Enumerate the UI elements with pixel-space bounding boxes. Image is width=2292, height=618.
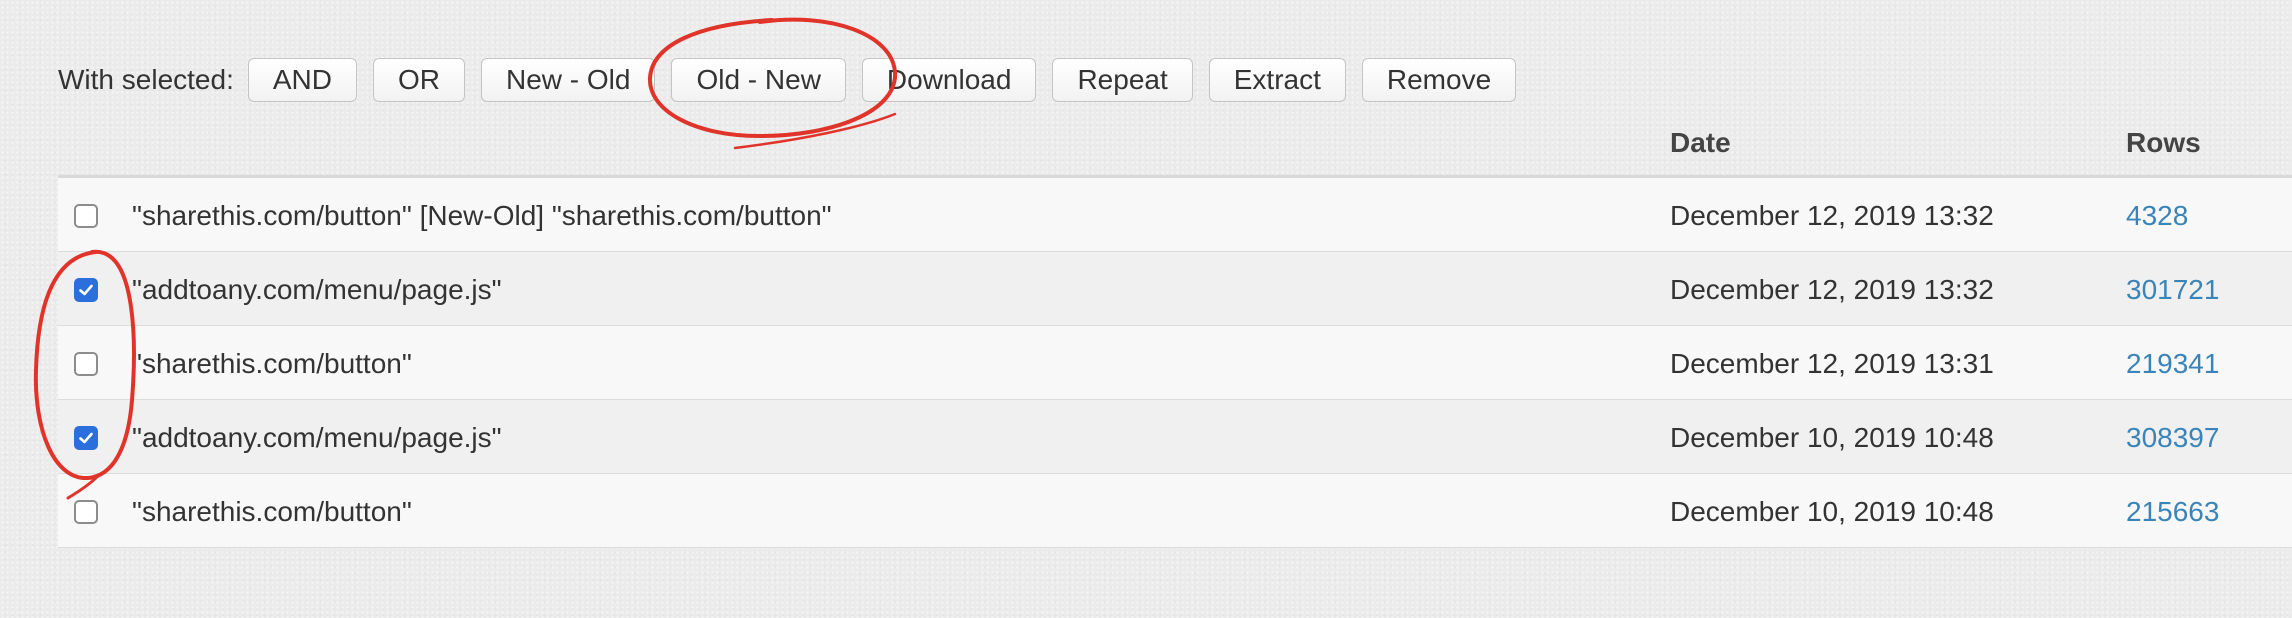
date-column-header: Date	[1670, 127, 1731, 158]
table-row: "addtoany.com/menu/page.js" December 12,…	[58, 252, 2292, 326]
or-button[interactable]: OR	[372, 58, 465, 102]
query-results-table: Date Rows "sharethis.com/button" [New-Ol…	[58, 118, 2292, 548]
rows-count-link[interactable]: 308397	[2126, 422, 2219, 454]
checkmark-icon	[79, 284, 93, 296]
rows-count-link[interactable]: 301721	[2126, 274, 2219, 306]
remove-button[interactable]: Remove	[1361, 58, 1517, 102]
bulk-action-toolbar: With selected: AND OR New - Old Old - Ne…	[58, 58, 1532, 102]
date-cell: December 10, 2019 10:48	[1670, 496, 1994, 527]
with-selected-label: With selected:	[58, 64, 234, 95]
query-text: "addtoany.com/menu/page.js"	[132, 274, 502, 305]
table-row: "addtoany.com/menu/page.js" December 10,…	[58, 400, 2292, 474]
rows-count-link[interactable]: 4328	[2126, 200, 2188, 232]
date-cell: December 12, 2019 13:32	[1670, 200, 1994, 231]
table-header: Date Rows	[58, 118, 2292, 178]
row-select-checkbox[interactable]	[74, 426, 98, 450]
query-text: "sharethis.com/button" [New-Old] "sharet…	[132, 200, 832, 231]
extract-button[interactable]: Extract	[1208, 58, 1346, 102]
repeat-button[interactable]: Repeat	[1052, 58, 1193, 102]
row-select-checkbox[interactable]	[74, 500, 98, 524]
query-text: "sharethis.com/button"	[132, 496, 412, 527]
row-select-checkbox[interactable]	[74, 278, 98, 302]
download-button[interactable]: Download	[861, 58, 1037, 102]
new-minus-old-button[interactable]: New - Old	[480, 58, 656, 102]
query-text: "addtoany.com/menu/page.js"	[132, 422, 502, 453]
date-cell: December 12, 2019 13:31	[1670, 348, 1994, 379]
row-select-checkbox[interactable]	[74, 204, 98, 228]
table-row: "sharethis.com/button" December 10, 2019…	[58, 474, 2292, 548]
old-minus-new-button[interactable]: Old - New	[671, 58, 846, 102]
date-cell: December 12, 2019 13:32	[1670, 274, 1994, 305]
date-cell: December 10, 2019 10:48	[1670, 422, 1994, 453]
query-text: "sharethis.com/button"	[132, 348, 412, 379]
and-button[interactable]: AND	[247, 58, 357, 102]
row-select-checkbox[interactable]	[74, 352, 98, 376]
rows-column-header: Rows	[2126, 127, 2201, 158]
table-row: "sharethis.com/button" December 12, 2019…	[58, 326, 2292, 400]
rows-count-link[interactable]: 215663	[2126, 496, 2219, 528]
rows-count-link[interactable]: 219341	[2126, 348, 2219, 380]
checkmark-icon	[79, 432, 93, 444]
table-row: "sharethis.com/button" [New-Old] "sharet…	[58, 178, 2292, 252]
